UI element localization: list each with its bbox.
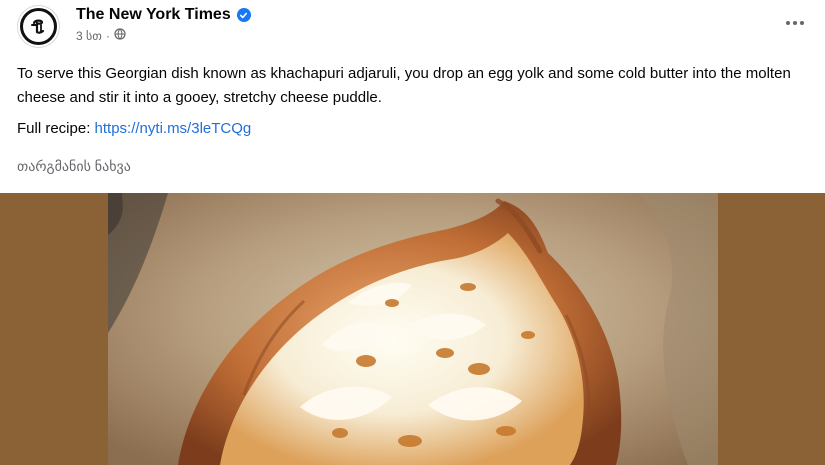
more-dot (800, 21, 804, 25)
post-header: The New York Times 3 სთ · (17, 5, 811, 51)
page-name-row: The New York Times (76, 5, 251, 25)
post-photo-container[interactable] (0, 193, 825, 465)
post-text: To serve this Georgian dish known as kha… (17, 62, 807, 110)
recipe-label: Full recipe: (17, 120, 91, 137)
nyt-logo-icon (23, 11, 54, 42)
recipe-line: Full recipe: https://nyti.ms/3leTCQg (17, 119, 251, 139)
page-avatar[interactable] (18, 6, 59, 47)
more-options-icon[interactable] (779, 11, 811, 35)
verified-badge-icon (236, 8, 251, 22)
more-dot (786, 21, 790, 25)
meta-separator: · (105, 29, 110, 43)
post-body: To serve this Georgian dish known as kha… (17, 65, 791, 106)
post-meta: 3 სთ · (76, 28, 126, 44)
post-timestamp[interactable]: 3 სთ (76, 28, 102, 44)
more-dot (793, 21, 797, 25)
khachapuri-photo[interactable] (108, 193, 718, 465)
recipe-link[interactable]: https://nyti.ms/3leTCQg (95, 120, 252, 137)
page-name[interactable]: The New York Times (76, 5, 231, 25)
see-translation-link[interactable]: თარგმანის ნახვა (17, 157, 131, 175)
globe-icon[interactable] (114, 28, 126, 44)
